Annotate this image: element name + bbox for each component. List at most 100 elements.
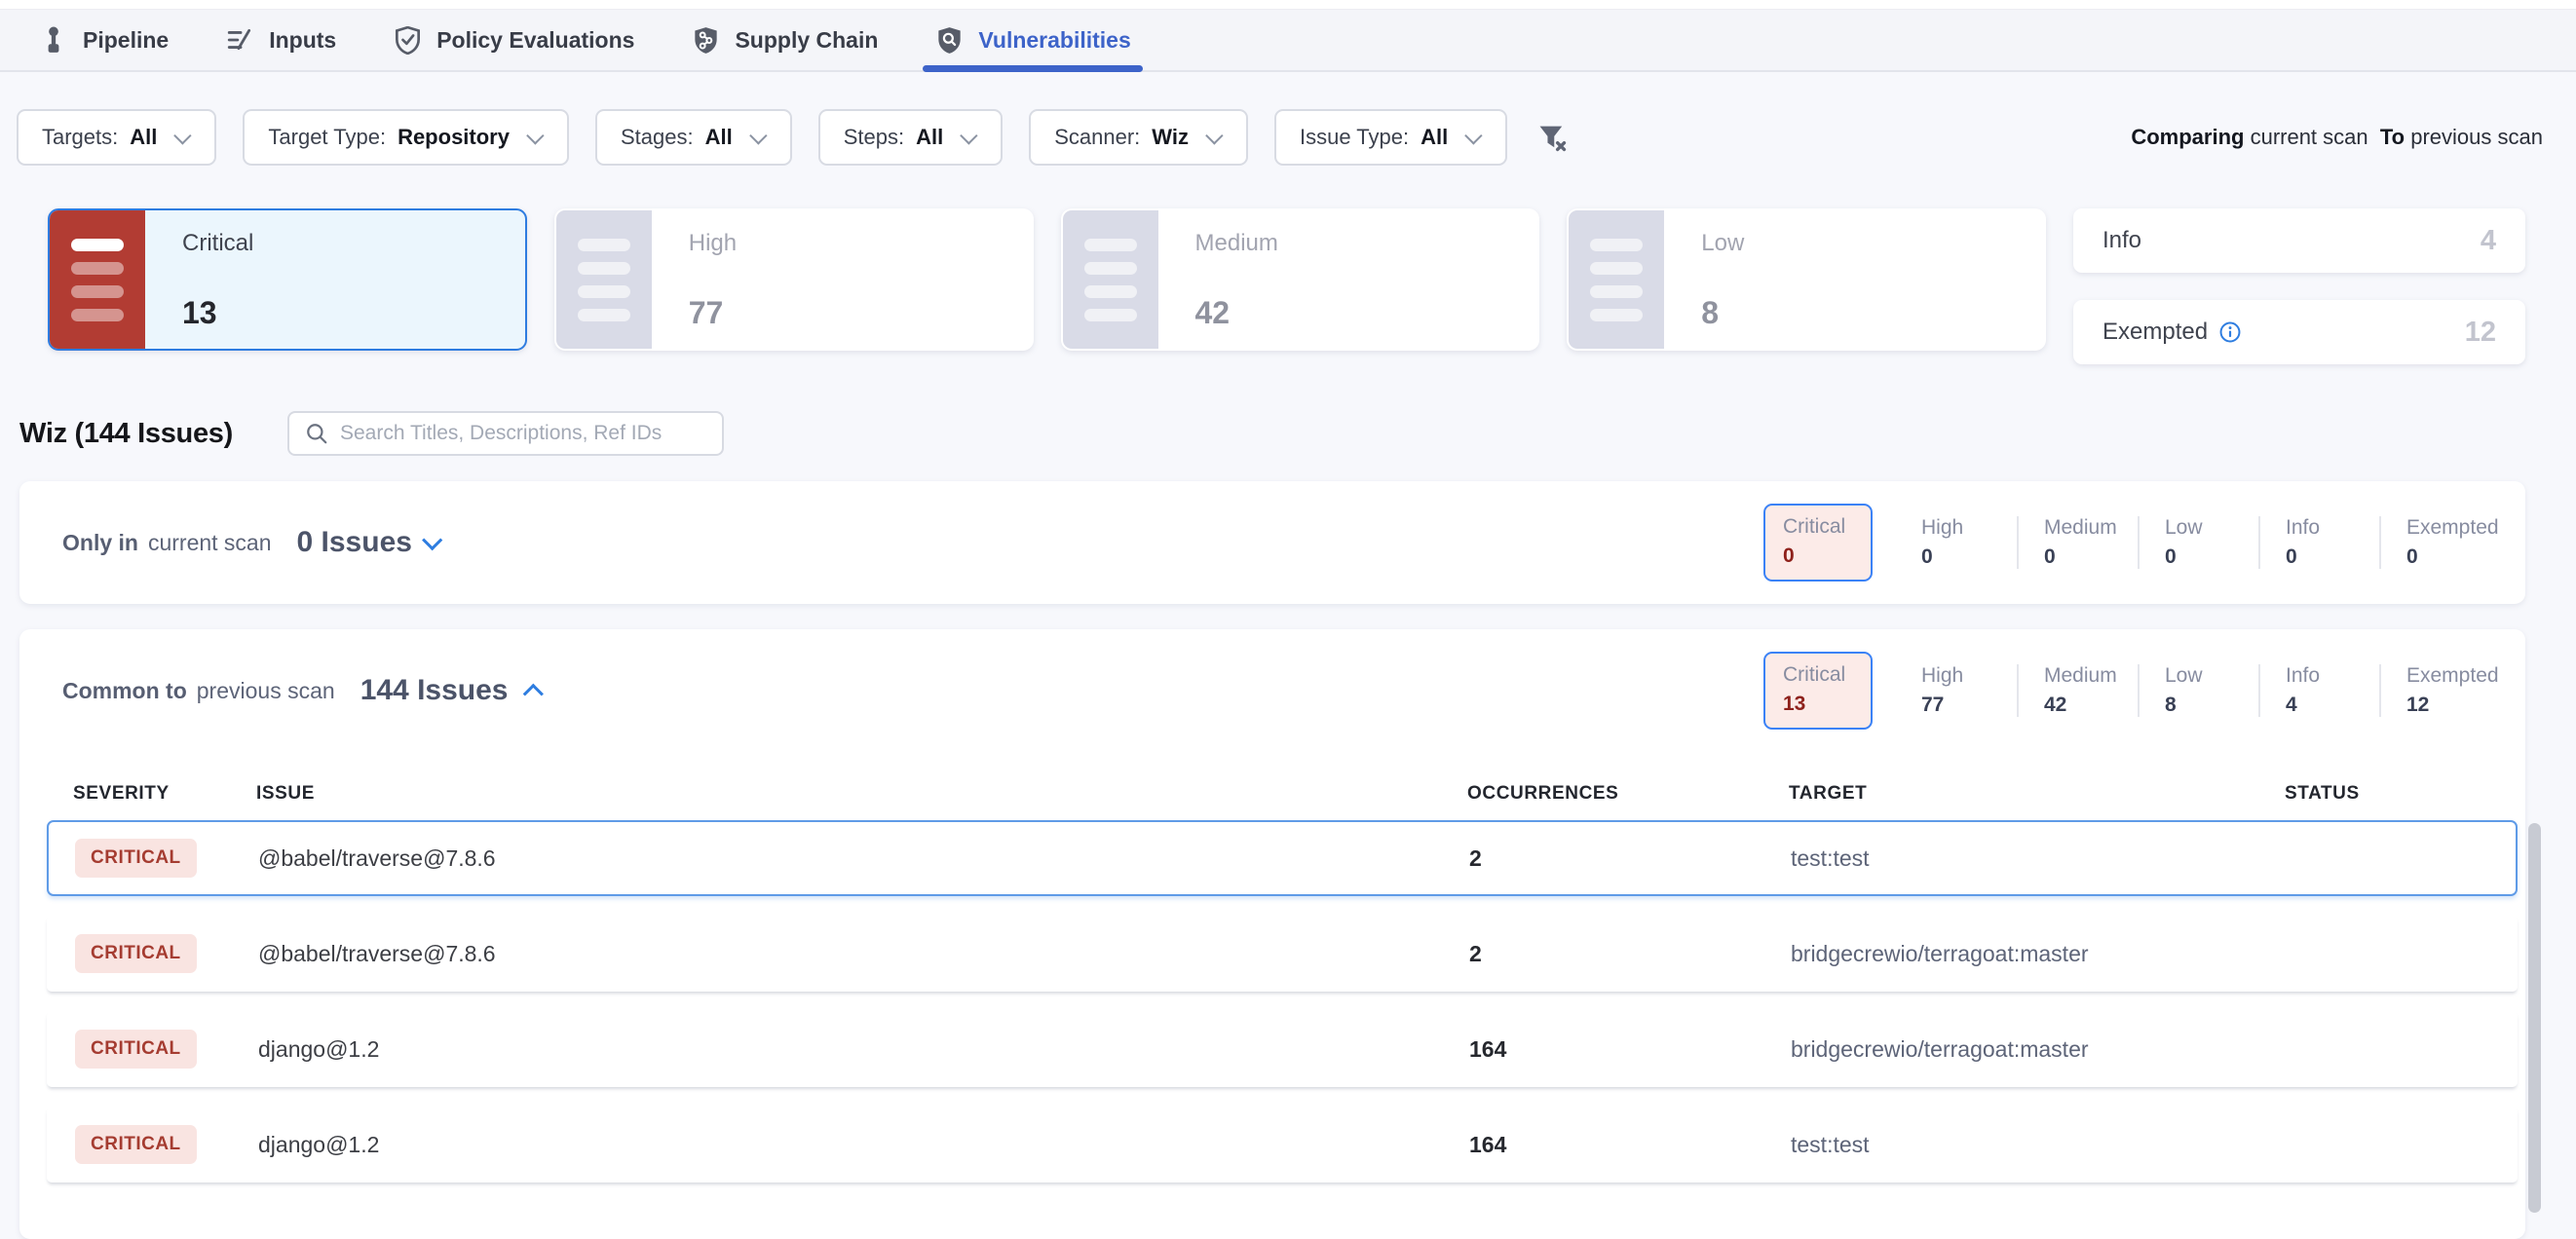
tab-label: Inputs bbox=[269, 27, 336, 54]
severity-card-count: 12 bbox=[2465, 317, 2496, 349]
tab-label: Policy Evaluations bbox=[436, 27, 634, 54]
vulnerabilities-icon bbox=[934, 25, 964, 55]
severity-card-medium[interactable]: Medium 42 bbox=[1061, 208, 1540, 351]
tab-inputs[interactable]: Inputs bbox=[225, 10, 336, 70]
occurrences-cell: 164 bbox=[1469, 1036, 1791, 1063]
chevron-up-icon bbox=[523, 683, 544, 703]
chip-low[interactable]: Low 8 bbox=[2138, 664, 2258, 717]
column-header-severity: SEVERITY bbox=[73, 783, 256, 805]
table-row[interactable]: CRITICAL django@1.2 164 bridgecrewio/ter… bbox=[47, 1011, 2518, 1087]
scanner-filter-dropdown[interactable]: Scanner:Wiz bbox=[1029, 109, 1248, 166]
severity-card-count: 8 bbox=[1701, 295, 2044, 331]
issues-table: SEVERITY ISSUE OCCURRENCES TARGET STATUS… bbox=[19, 752, 2525, 1231]
common-section-expand-toggle[interactable]: 144 Issues bbox=[360, 674, 539, 707]
comparing-scan-text: Comparing current scan To previous scan bbox=[2131, 125, 2543, 150]
high-severity-icon bbox=[556, 210, 652, 349]
severity-card-label: High bbox=[689, 230, 1032, 257]
section-title: Common toprevious scan bbox=[62, 678, 335, 704]
severity-card-label: Info bbox=[2102, 227, 2141, 254]
search-input[interactable] bbox=[340, 422, 706, 445]
critical-severity-icon bbox=[50, 210, 145, 349]
chip-exempted[interactable]: Exempted 0 bbox=[2379, 516, 2500, 569]
pipeline-icon bbox=[39, 25, 68, 55]
steps-filter-dropdown[interactable]: Steps:All bbox=[818, 109, 1004, 166]
table-row[interactable]: CRITICAL django@1.2 164 test:test bbox=[47, 1107, 2518, 1183]
filter-value: All bbox=[130, 125, 157, 150]
chevron-down-icon bbox=[1464, 127, 1482, 144]
severity-card-high[interactable]: High 77 bbox=[554, 208, 1034, 351]
severity-card-count: 4 bbox=[2481, 225, 2496, 257]
tab-label: Vulnerabilities bbox=[978, 27, 1130, 54]
filter-clear-icon[interactable] bbox=[1535, 121, 1569, 154]
tab-supply-chain[interactable]: Supply Chain bbox=[691, 10, 878, 70]
chip-low[interactable]: Low 0 bbox=[2138, 516, 2258, 569]
vertical-scrollbar[interactable] bbox=[2528, 823, 2541, 1213]
filter-value: Wiz bbox=[1152, 125, 1189, 150]
table-row[interactable]: CRITICAL @babel/traverse@7.8.6 2 bridgec… bbox=[47, 916, 2518, 992]
stages-filter-dropdown[interactable]: Stages: All bbox=[595, 109, 792, 166]
severity-badge: CRITICAL bbox=[75, 1125, 197, 1164]
chevron-down-icon bbox=[422, 530, 442, 550]
window-top-strip bbox=[0, 0, 2576, 10]
inputs-icon bbox=[225, 25, 254, 55]
chevron-down-icon bbox=[174, 127, 192, 144]
chip-exempted[interactable]: Exempted 12 bbox=[2379, 664, 2500, 717]
chevron-down-icon bbox=[960, 127, 977, 144]
column-header-issue: ISSUE bbox=[256, 783, 1467, 805]
tab-label: Pipeline bbox=[83, 27, 169, 54]
column-header-target: TARGET bbox=[1789, 783, 2285, 805]
chevron-down-icon bbox=[749, 127, 767, 144]
severity-card-label: Exempted bbox=[2102, 319, 2208, 346]
target-cell: bridgecrewio/terragoat:master bbox=[1791, 1036, 2287, 1063]
filter-value: All bbox=[1421, 125, 1448, 150]
issue-search-box[interactable] bbox=[287, 411, 724, 456]
chip-critical[interactable]: Critical 13 bbox=[1763, 652, 1873, 730]
chip-info[interactable]: Info 4 bbox=[2258, 664, 2379, 717]
severity-card-info[interactable]: Info 4 bbox=[2073, 208, 2525, 273]
filter-label: Issue Type: bbox=[1300, 125, 1409, 150]
issue-type-filter-dropdown[interactable]: Issue Type: All bbox=[1274, 109, 1507, 166]
target-type-filter-dropdown[interactable]: Target Type:Repository bbox=[243, 109, 569, 166]
severity-card-critical[interactable]: Critical 13 bbox=[48, 208, 527, 351]
severity-card-count: 77 bbox=[689, 295, 1032, 331]
filter-value: All bbox=[705, 125, 733, 150]
chevron-down-icon bbox=[1205, 127, 1223, 144]
tab-vulnerabilities[interactable]: Vulnerabilities bbox=[934, 10, 1130, 70]
filter-label: Target Type: bbox=[268, 125, 386, 150]
only-section-expand-toggle[interactable]: 0 Issues bbox=[297, 526, 442, 559]
info-icon[interactable] bbox=[2219, 321, 2241, 343]
chip-info[interactable]: Info 0 bbox=[2258, 516, 2379, 569]
targets-filter-dropdown[interactable]: Targets: All bbox=[17, 109, 216, 166]
chip-high[interactable]: High 0 bbox=[1896, 516, 2017, 569]
chip-medium[interactable]: Medium 0 bbox=[2017, 516, 2138, 569]
tab-label: Supply Chain bbox=[735, 27, 878, 54]
table-row[interactable]: CRITICAL @babel/traverse@7.8.6 2 test:te… bbox=[47, 820, 2518, 896]
severity-card-label: Low bbox=[1701, 230, 2044, 257]
severity-badge: CRITICAL bbox=[75, 839, 197, 878]
occurrences-cell: 164 bbox=[1469, 1132, 1791, 1158]
filter-label: Targets: bbox=[42, 125, 118, 150]
severity-badge: CRITICAL bbox=[75, 1030, 197, 1069]
search-icon bbox=[305, 422, 328, 445]
target-cell: bridgecrewio/terragoat:master bbox=[1791, 941, 2287, 967]
chip-critical[interactable]: Critical 0 bbox=[1763, 504, 1873, 582]
occurrences-cell: 2 bbox=[1469, 845, 1791, 872]
column-header-occurrences: OCCURRENCES bbox=[1467, 783, 1789, 805]
severity-card-label: Critical bbox=[182, 230, 525, 257]
tab-policy-evaluations[interactable]: Policy Evaluations bbox=[393, 10, 634, 70]
supply-chain-icon bbox=[691, 25, 720, 55]
filter-value: All bbox=[916, 125, 943, 150]
tab-pipeline[interactable]: Pipeline bbox=[39, 10, 169, 70]
medium-severity-icon bbox=[1063, 210, 1158, 349]
chip-medium[interactable]: Medium 42 bbox=[2017, 664, 2138, 717]
issue-cell: django@1.2 bbox=[258, 1132, 1469, 1158]
common-section-severity-chips: Critical 13 High 77 Medium 42 Low 8 Info… bbox=[1763, 652, 2500, 730]
chip-high[interactable]: High 77 bbox=[1896, 664, 2017, 717]
severity-card-exempted[interactable]: Exempted 12 bbox=[2073, 300, 2525, 364]
chevron-down-icon bbox=[526, 127, 544, 144]
only-section-severity-chips: Critical 0 High 0 Medium 0 Low 0 Info 0 … bbox=[1763, 504, 2500, 582]
severity-card-count: 42 bbox=[1195, 295, 1538, 331]
filter-label: Stages: bbox=[621, 125, 694, 150]
severity-card-low[interactable]: Low 8 bbox=[1567, 208, 2046, 351]
low-severity-icon bbox=[1569, 210, 1664, 349]
